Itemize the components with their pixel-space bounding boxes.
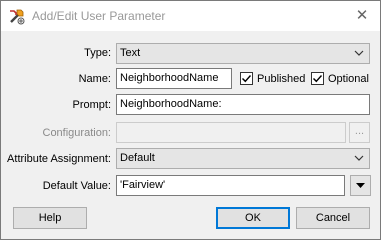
configuration-browse-button: ... <box>349 122 370 143</box>
configuration-input <box>116 122 346 143</box>
default-value-dropdown-button[interactable] <box>350 175 371 196</box>
configuration-label: Configuration: <box>42 127 112 139</box>
attribute-assignment-value: Default <box>120 152 155 164</box>
optional-checkbox[interactable] <box>311 72 324 85</box>
chevron-down-icon <box>354 155 364 161</box>
prompt-label: Prompt: <box>72 99 111 111</box>
attribute-assignment-select[interactable]: Default <box>116 148 370 169</box>
cancel-button[interactable]: Cancel <box>296 207 370 229</box>
triangle-down-icon <box>356 183 365 188</box>
optional-label: Optional <box>328 73 369 85</box>
close-icon[interactable]: ✕ <box>351 5 373 27</box>
title-bar: Add/Edit User Parameter ✕ <box>1 1 380 31</box>
fme-parameter-icon <box>10 9 25 25</box>
type-value: Text <box>120 47 141 59</box>
type-select[interactable]: Text <box>116 43 370 64</box>
dialog-content: Type: Text Name: NeighborhoodName Publis… <box>1 31 380 239</box>
prompt-input[interactable]: NeighborhoodName: <box>116 94 370 115</box>
checkmark-icon <box>242 75 252 83</box>
help-button[interactable]: Help <box>13 207 87 229</box>
ok-button[interactable]: OK <box>216 207 290 229</box>
dialog-window: Add/Edit User Parameter ✕ Type: Text Nam… <box>0 0 381 240</box>
published-checkbox[interactable] <box>240 72 253 85</box>
type-label: Type: <box>84 47 111 59</box>
chevron-down-icon <box>354 50 364 56</box>
name-input[interactable]: NeighborhoodName <box>116 68 232 89</box>
checkmark-icon <box>313 75 323 83</box>
attribute-assignment-label: Attribute Assignment: <box>7 153 111 165</box>
published-label: Published <box>257 73 306 85</box>
name-label: Name: <box>78 73 111 85</box>
default-value-input[interactable]: 'Fairview' <box>116 175 345 196</box>
window-title: Add/Edit User Parameter <box>32 9 166 23</box>
default-value-label: Default Value: <box>42 180 111 192</box>
